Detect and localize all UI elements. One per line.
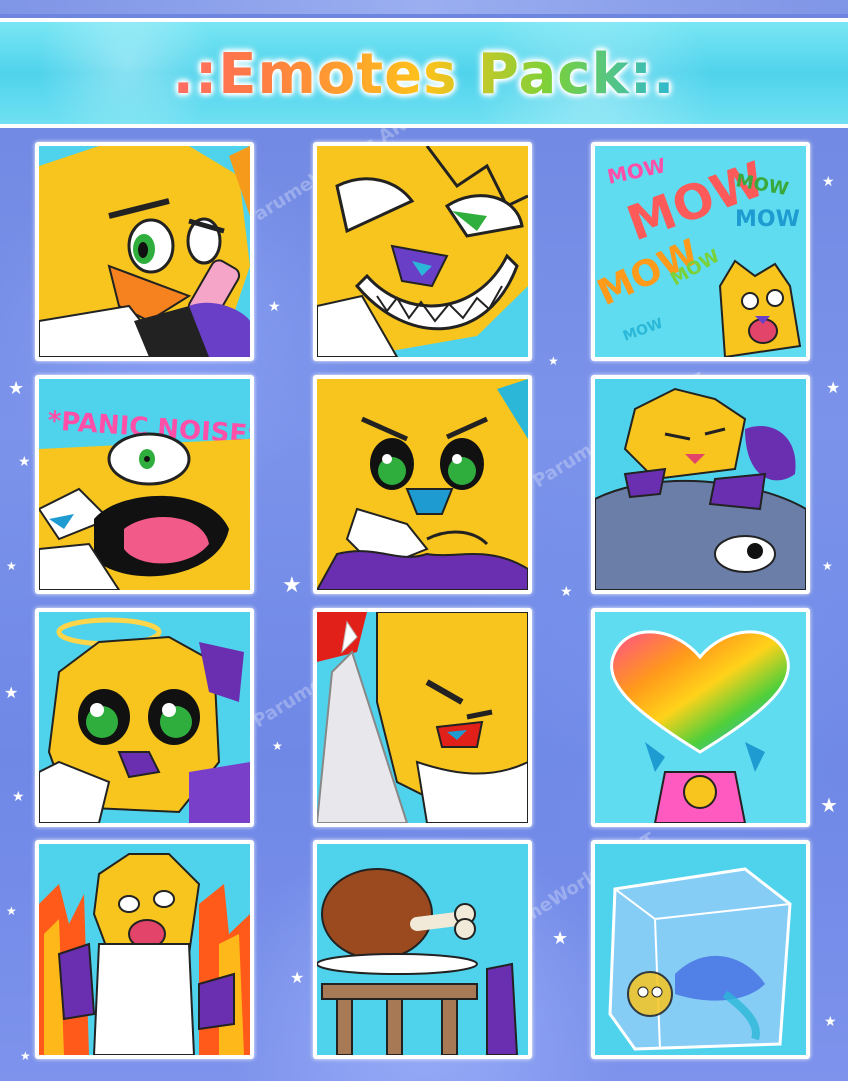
emote-sword-art	[317, 612, 528, 823]
emote-mow-art: MOW MOW MOW MOW MOW MOW MOW	[595, 146, 806, 357]
emote-tile-heart	[591, 608, 810, 827]
title-banner: .:Emotes Pack:.	[0, 18, 848, 128]
star-icon: ★	[822, 559, 833, 573]
emote-tile-angel	[35, 608, 254, 827]
emote-ice-cube-art	[595, 844, 806, 1055]
star-icon: ★	[18, 454, 31, 470]
emote-sad-art	[317, 379, 528, 590]
emote-tile-mow: MOW MOW MOW MOW MOW MOW MOW	[591, 142, 810, 361]
emote-heart-art	[595, 612, 806, 823]
emote-food-art	[317, 844, 528, 1055]
emote-tile-rage	[35, 840, 254, 1059]
emote-tile-focused	[35, 142, 254, 361]
star-icon: ★	[272, 739, 283, 753]
star-icon: ★	[548, 354, 559, 368]
emote-tile-sad	[313, 375, 532, 594]
star-icon: ★	[826, 378, 841, 397]
star-icon: ★	[20, 1049, 31, 1063]
emote-rage-art	[39, 844, 250, 1055]
emote-sleeping-art	[595, 379, 806, 590]
star-icon: ★	[6, 904, 17, 918]
star-icon: ★	[290, 968, 305, 987]
star-icon: ★	[552, 928, 569, 949]
emote-tile-grin	[313, 142, 532, 361]
emote-tile-panic: *PANIC NOISES*	[35, 375, 254, 594]
emote-grin-art	[317, 146, 528, 357]
emote-tile-food	[313, 840, 532, 1059]
star-icon: ★	[824, 1014, 837, 1030]
star-icon: ★	[820, 793, 838, 817]
emote-angel-art	[39, 612, 250, 823]
emote-panic-art: *PANIC NOISES*	[39, 379, 250, 590]
emote-focused-art	[39, 146, 250, 357]
emote-tile-ice-cube	[591, 840, 810, 1059]
emote-tile-sleeping	[591, 375, 810, 594]
star-icon: ★	[4, 683, 19, 702]
top-strip	[0, 0, 848, 14]
page-title: .:Emotes Pack:.	[0, 42, 848, 107]
star-icon: ★	[822, 174, 835, 190]
star-icon: ★	[268, 299, 281, 315]
emote-tile-sword	[313, 608, 532, 827]
star-icon: ★	[12, 789, 25, 805]
star-icon: ★	[6, 559, 17, 573]
star-icon: ★	[560, 584, 573, 600]
star-icon: ★	[282, 573, 302, 598]
svg-text:MOW: MOW	[735, 207, 800, 232]
star-icon: ★	[8, 378, 25, 399]
